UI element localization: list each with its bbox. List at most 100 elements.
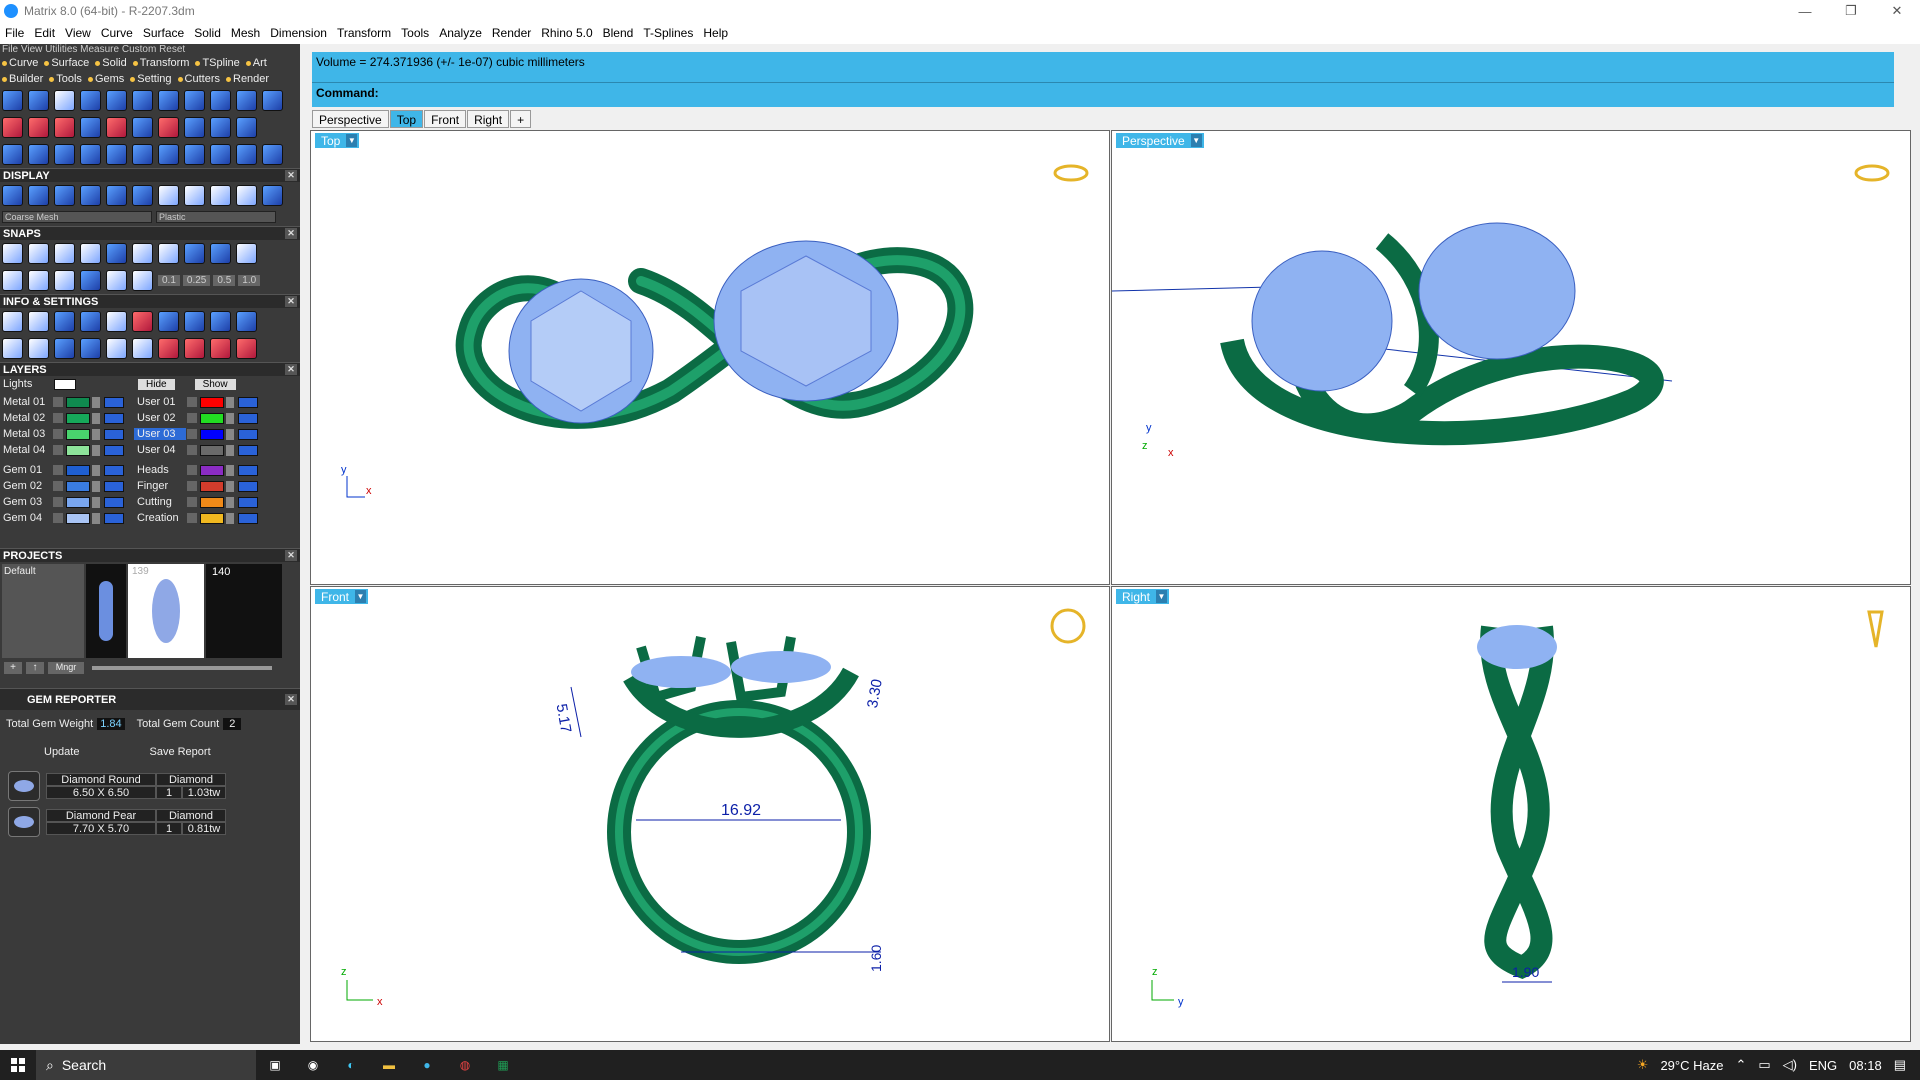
layer-expand-icon[interactable] xyxy=(187,513,197,523)
layer-color-swatch[interactable] xyxy=(66,412,90,424)
layer-name[interactable]: Finger xyxy=(134,480,186,492)
panel-top-menu[interactable]: File View Utilities Measure Custom Reset xyxy=(0,44,300,55)
hide-button[interactable]: Hide xyxy=(138,378,175,390)
layer-color-swatch[interactable] xyxy=(200,496,224,508)
viewport-right[interactable]: Right ▼ 1.90 z y xyxy=(1111,586,1911,1042)
menu-solid[interactable]: Solid xyxy=(189,26,226,40)
layer-name[interactable]: Cutting xyxy=(134,496,186,508)
visibility-toggle[interactable] xyxy=(104,512,124,524)
builder-tab-transform[interactable]: Transform xyxy=(133,57,190,69)
language-indicator[interactable]: ENG xyxy=(1809,1058,1837,1073)
builder-tab-curve[interactable]: Curve xyxy=(2,57,38,69)
snap-value-3[interactable]: 1.0 xyxy=(238,275,261,286)
layer-expand-icon[interactable] xyxy=(53,413,63,423)
excel-icon[interactable]: ▦ xyxy=(484,1050,522,1080)
lock-icon[interactable] xyxy=(226,464,234,476)
chrome-icon[interactable]: ◍ xyxy=(446,1050,484,1080)
view-tab-right[interactable]: Right xyxy=(467,110,510,128)
layer-color-swatch[interactable] xyxy=(66,444,90,456)
menu-blend[interactable]: Blend xyxy=(598,26,639,40)
visibility-toggle[interactable] xyxy=(238,428,258,440)
layer-expand-icon[interactable] xyxy=(53,465,63,475)
lock-icon[interactable] xyxy=(226,444,234,456)
builder-tab-tools[interactable]: Tools xyxy=(49,73,82,85)
layer-color-swatch[interactable] xyxy=(200,480,224,492)
project-thumbnail[interactable] xyxy=(86,564,126,658)
view-tab-top[interactable]: Top xyxy=(389,110,424,128)
layer-expand-icon[interactable] xyxy=(53,497,63,507)
up-project-button[interactable]: ↑ xyxy=(26,662,44,674)
layer-name[interactable]: Creation xyxy=(134,512,186,524)
gem-reporter-header[interactable]: GEM REPORTER ✕ xyxy=(0,688,300,710)
menu-file[interactable]: File xyxy=(0,26,29,40)
viewport-front[interactable]: Front ▼ 16.92 5.17 3.30 1.60 z x xyxy=(310,586,1110,1042)
visibility-toggle[interactable] xyxy=(238,496,258,508)
lock-icon[interactable] xyxy=(92,444,100,456)
layer-name[interactable]: User 01 xyxy=(134,396,186,408)
viewport-title-perspective[interactable]: Perspective ▼ xyxy=(1116,133,1204,148)
save-report-button[interactable]: Save Report xyxy=(149,746,210,758)
lock-icon[interactable] xyxy=(92,396,100,408)
taskbar-search[interactable]: ⌕ Search xyxy=(36,1050,256,1080)
windows-start-button[interactable] xyxy=(0,1050,36,1080)
visibility-toggle[interactable] xyxy=(104,412,124,424)
lights-swatch[interactable] xyxy=(54,378,76,390)
menu-help[interactable]: Help xyxy=(698,26,733,40)
layer-name[interactable]: Heads xyxy=(134,464,186,476)
builder-tab-tspline[interactable]: TSpline xyxy=(195,57,239,69)
layer-color-swatch[interactable] xyxy=(200,412,224,424)
lock-icon[interactable] xyxy=(92,464,100,476)
viewport-perspective[interactable]: Perspective ▼ y z x xyxy=(1111,130,1911,585)
copilot-icon[interactable]: ◉ xyxy=(294,1050,332,1080)
menu-curve[interactable]: Curve xyxy=(96,26,138,40)
visibility-toggle[interactable] xyxy=(104,444,124,456)
network-icon[interactable]: ▭ xyxy=(1758,1057,1770,1073)
layers-section-header[interactable]: LAYERS ✕ xyxy=(0,362,300,376)
lock-icon[interactable] xyxy=(226,428,234,440)
gem-entry[interactable]: Diamond Round Diamond 6.50 X 6.50 1 1.03tw xyxy=(0,768,300,804)
task-view-icon[interactable]: ▣ xyxy=(256,1050,294,1080)
layer-color-swatch[interactable] xyxy=(66,496,90,508)
visibility-toggle[interactable] xyxy=(104,480,124,492)
visibility-toggle[interactable] xyxy=(238,464,258,476)
visibility-toggle[interactable] xyxy=(104,428,124,440)
snap-value-2[interactable]: 0.5 xyxy=(213,275,236,286)
gem-entry[interactable]: Diamond Pear Diamond 7.70 X 5.70 1 0.81tw xyxy=(0,804,300,840)
builder-tab-setting[interactable]: Setting xyxy=(130,73,171,85)
layer-name[interactable]: User 02 xyxy=(134,412,186,424)
layer-name[interactable]: Gem 03 xyxy=(0,496,52,508)
builder-tab-surface[interactable]: Surface xyxy=(44,57,89,69)
layer-expand-icon[interactable] xyxy=(187,465,197,475)
weather-text[interactable]: 29°C Haze xyxy=(1660,1058,1723,1073)
menu-transform[interactable]: Transform xyxy=(332,26,396,40)
layer-color-swatch[interactable] xyxy=(200,444,224,456)
layer-expand-icon[interactable] xyxy=(187,445,197,455)
viewport-title-right[interactable]: Right ▼ xyxy=(1116,589,1170,604)
layer-color-swatch[interactable] xyxy=(200,512,224,524)
menu-rhino-5-0[interactable]: Rhino 5.0 xyxy=(536,26,597,40)
layer-expand-icon[interactable] xyxy=(53,513,63,523)
layer-name[interactable]: Metal 01 xyxy=(0,396,52,408)
restore-button[interactable]: ❐ xyxy=(1828,0,1874,22)
volume-icon[interactable]: ◁) xyxy=(1783,1057,1797,1073)
mesh-dropdown[interactable]: Coarse Mesh xyxy=(2,211,152,223)
layer-name[interactable]: Metal 04 xyxy=(0,444,52,456)
add-view-tab-button[interactable]: + xyxy=(510,110,532,128)
menu-edit[interactable]: Edit xyxy=(29,26,60,40)
file-explorer-icon[interactable]: ▬ xyxy=(370,1050,408,1080)
snap-value-1[interactable]: 0.25 xyxy=(182,275,211,286)
visibility-toggle[interactable] xyxy=(238,412,258,424)
layer-color-swatch[interactable] xyxy=(66,480,90,492)
visibility-toggle[interactable] xyxy=(238,480,258,492)
menu-t-splines[interactable]: T-Splines xyxy=(638,26,698,40)
visibility-toggle[interactable] xyxy=(238,512,258,524)
close-button[interactable]: ✕ xyxy=(1874,0,1920,22)
layer-name[interactable]: User 03 xyxy=(134,428,186,440)
layer-name[interactable]: Gem 04 xyxy=(0,512,52,524)
display-section-header[interactable]: DISPLAY ✕ xyxy=(0,168,300,182)
viewport-title-top[interactable]: Top ▼ xyxy=(315,133,360,148)
viewport-title-front[interactable]: Front ▼ xyxy=(315,589,369,604)
layer-expand-icon[interactable] xyxy=(53,445,63,455)
add-project-button[interactable]: + xyxy=(4,662,22,674)
builder-tab-art[interactable]: Art xyxy=(246,57,267,69)
